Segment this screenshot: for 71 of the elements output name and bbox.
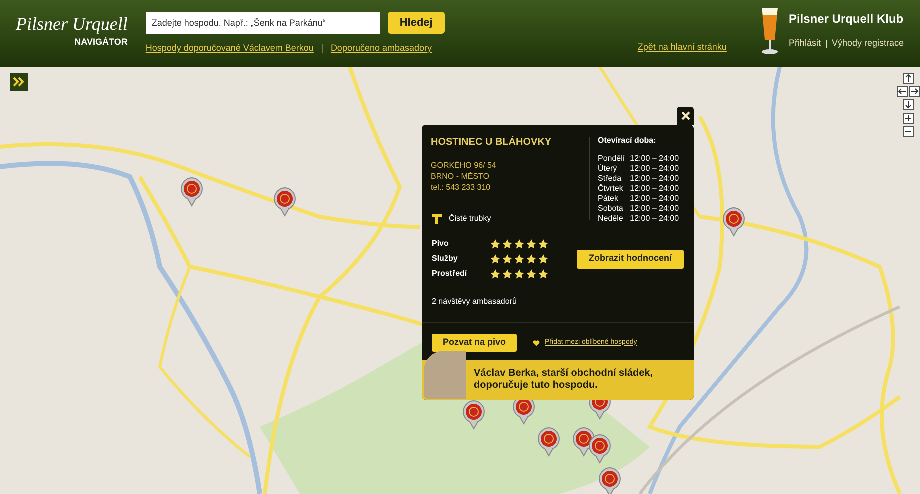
recommendation-text: Václav Berka, starší obchodní sládek, doporučuje tuto hospodu. <box>474 368 654 392</box>
star-icon <box>538 238 549 250</box>
opening-hours: 12:00 – 24:00 <box>630 154 680 164</box>
invite-button[interactable]: Pozvat na pivo <box>432 334 518 352</box>
pan-right-icon[interactable] <box>909 86 920 97</box>
rating-label: Služby <box>432 253 459 265</box>
close-icon <box>680 111 690 121</box>
day-label: Středa <box>598 174 623 184</box>
star-icon <box>490 254 501 264</box>
pan-up-icon[interactable] <box>903 73 914 84</box>
address-line: GORKÉHO 96/ 54 <box>431 161 498 171</box>
pan-down-icon[interactable] <box>903 99 914 110</box>
star-icon <box>502 268 513 280</box>
rating-label: Prostředí <box>432 268 468 280</box>
zoom-in-icon[interactable] <box>903 113 914 124</box>
star-icon <box>514 254 525 264</box>
star-icon <box>502 254 513 264</box>
map-pin-icon[interactable] <box>180 177 204 207</box>
map-pin-icon[interactable] <box>588 434 612 464</box>
star-icon <box>526 268 537 280</box>
hours-title: Otevírací doba: <box>598 135 658 147</box>
photo-placeholder <box>424 351 466 399</box>
map-pin-icon[interactable] <box>462 400 486 430</box>
opening-hours: 12:00 – 24:00 <box>630 174 680 184</box>
day-label: Sobota <box>598 204 624 214</box>
star-icon <box>538 268 549 280</box>
nav-link[interactable]: Hospody doporučované Václavem Berkou <box>146 42 314 56</box>
club-title: Pilsner Urquell Klub <box>788 11 904 28</box>
nav-link[interactable]: Doporučeno ambasadory <box>330 42 432 56</box>
star-icon <box>490 238 501 250</box>
opening-hours: 12:00 – 24:00 <box>630 214 680 224</box>
map-pin-icon[interactable] <box>598 467 622 494</box>
map-pin-icon[interactable] <box>273 187 297 217</box>
star-icon <box>490 268 501 280</box>
map-pin-icon[interactable] <box>537 427 561 457</box>
star-icon <box>526 238 537 250</box>
club-link[interactable]: Výhody registrace <box>832 37 904 50</box>
day-label: Čtvrtek <box>598 184 624 194</box>
tap-icon <box>431 212 444 225</box>
address-line: tel.: 543 233 310 <box>431 183 492 193</box>
pan-left-icon[interactable] <box>897 86 908 97</box>
day-label: Pondělí <box>598 154 626 164</box>
feature-label: Čisté trubky <box>449 212 492 224</box>
day-label: Úterý <box>598 164 618 174</box>
opening-hours: 12:00 – 24:00 <box>630 204 680 214</box>
visits-text: 2 návštěvy ambasadorů <box>431 296 518 308</box>
star-icon <box>514 268 525 280</box>
club-link[interactable]: Přihlásit <box>788 37 821 50</box>
logo-text[interactable]: Pilsner Urquell <box>16 12 128 36</box>
opening-hours: 12:00 – 24:00 <box>630 164 680 174</box>
star-icon <box>526 254 537 264</box>
search-field[interactable]: Zadejte hospodu. Např.: „Šenk na Parkánu“ <box>146 12 380 34</box>
heart-icon <box>533 340 540 346</box>
day-label: Neděle <box>598 214 624 224</box>
star-icon <box>514 238 525 250</box>
opening-hours: 12:00 – 24:00 <box>630 184 680 194</box>
zoom-out-icon[interactable] <box>903 126 914 137</box>
star-icon <box>538 254 549 264</box>
back-link[interactable]: Zpět na hlavní stránku <box>638 41 727 54</box>
opening-hours: 12:00 – 24:00 <box>630 194 680 204</box>
close-button[interactable] <box>677 107 694 125</box>
rating-label: Pivo <box>432 238 450 250</box>
pub-name: HOSTINEC U BLÁHOVKY <box>431 135 553 150</box>
show-ratings-button[interactable]: Zobrazit hodnocení <box>577 250 684 268</box>
search-button[interactable]: Hledej <box>388 12 445 34</box>
map-pin-icon[interactable] <box>722 207 746 237</box>
logo-subtitle: NAVIGÁTOR <box>74 36 128 49</box>
star-icon <box>502 238 513 250</box>
address-line: BRNO - MĚSTO <box>431 172 491 182</box>
day-label: Pátek <box>598 194 620 204</box>
expand-panel-icon[interactable] <box>10 73 28 91</box>
